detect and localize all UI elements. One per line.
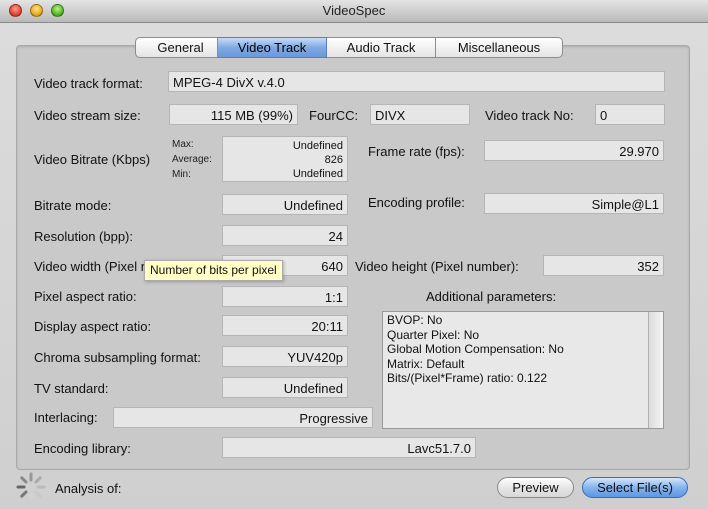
close-icon[interactable] <box>9 4 22 17</box>
additional-line: Global Motion Compensation: No <box>387 342 564 356</box>
encoding-profile-label: Encoding profile: <box>368 195 465 210</box>
chroma-subsampling-field[interactable]: YUV420p <box>222 346 348 367</box>
additional-parameters-text[interactable]: BVOP: No Quarter Pixel: No Global Motion… <box>382 311 664 429</box>
resolution-tooltip: Number of bits per pixel <box>144 260 283 281</box>
tab-miscellaneous[interactable]: Miscellaneous <box>436 37 563 58</box>
select-files-button[interactable]: Select File(s) <box>582 477 688 498</box>
resolution-label: Resolution (bpp): <box>34 229 133 244</box>
additional-scrollbar[interactable] <box>648 312 663 428</box>
interlacing-field[interactable]: Progressive <box>113 407 373 428</box>
video-track-no-label: Video track No: <box>485 108 574 123</box>
pixel-aspect-ratio-label: Pixel aspect ratio: <box>34 289 137 304</box>
encoding-library-label: Encoding library: <box>34 441 131 456</box>
video-stream-size-field[interactable]: 115 MB (99%) <box>169 104 298 125</box>
spinner-icon <box>16 472 46 502</box>
tab-bar: General Video Track Audio Track Miscella… <box>135 37 563 58</box>
video-bitrate-box: Undefined 826 Undefined <box>222 136 348 182</box>
display-aspect-ratio-label: Display aspect ratio: <box>34 319 152 334</box>
bitrate-mode-field[interactable]: Undefined <box>222 194 348 215</box>
display-aspect-ratio-field[interactable]: 20:11 <box>222 315 348 336</box>
bitrate-average-label: Average: <box>172 154 212 165</box>
additional-parameters-label: Additional parameters: <box>426 289 557 304</box>
video-height-label: Video height (Pixel number): <box>355 259 519 274</box>
analysis-of-label: Analysis of: <box>55 481 122 496</box>
video-stream-size-label: Video stream size: <box>34 108 141 123</box>
encoding-profile-field[interactable]: Simple@L1 <box>484 193 664 214</box>
frame-rate-label: Frame rate (fps): <box>368 144 465 159</box>
window-title: VideoSpec <box>322 3 386 18</box>
chroma-subsampling-label: Chroma subsampling format: <box>34 350 201 365</box>
tv-standard-label: TV standard: <box>34 381 109 396</box>
bitrate-max-label: Max: <box>172 139 194 150</box>
additional-line: Bits/(Pixel*Frame) ratio: 0.122 <box>387 371 548 385</box>
video-bitrate-label: Video Bitrate (Kbps) <box>34 152 151 167</box>
pixel-aspect-ratio-field[interactable]: 1:1 <box>222 286 348 307</box>
video-track-format-label: Video track format: <box>34 76 143 91</box>
fourcc-label: FourCC: <box>309 108 359 123</box>
tab-video-track[interactable]: Video Track <box>218 37 327 58</box>
resolution-field[interactable]: 24 <box>222 225 348 246</box>
zoom-icon[interactable] <box>51 4 64 17</box>
tab-audio-track[interactable]: Audio Track <box>327 37 436 58</box>
encoding-library-field[interactable]: Lavc51.7.0 <box>222 437 476 458</box>
tv-standard-field[interactable]: Undefined <box>222 377 348 398</box>
tab-general[interactable]: General <box>135 37 218 58</box>
bitrate-min-label: Min: <box>172 169 191 180</box>
bitrate-mode-label: Bitrate mode: <box>34 198 112 213</box>
additional-line: BVOP: No <box>387 313 443 327</box>
video-track-format-field[interactable]: MPEG-4 DivX v.4.0 <box>168 71 665 92</box>
interlacing-label: Interlacing: <box>34 410 98 425</box>
additional-line: Quarter Pixel: No <box>387 327 480 342</box>
title-bar: VideoSpec <box>0 0 708 23</box>
bitrate-max-value[interactable]: Undefined <box>227 139 343 153</box>
bitrate-min-value[interactable]: Undefined <box>227 167 343 181</box>
frame-rate-field[interactable]: 29.970 <box>484 140 664 161</box>
fourcc-field[interactable]: DIVX <box>370 104 470 125</box>
video-height-field[interactable]: 352 <box>543 255 664 276</box>
additional-line: Matrix: Default <box>387 356 465 371</box>
preview-button[interactable]: Preview <box>497 477 574 498</box>
bitrate-average-value[interactable]: 826 <box>227 153 343 167</box>
video-track-no-field[interactable]: 0 <box>595 104 665 125</box>
minimize-icon[interactable] <box>30 4 43 17</box>
